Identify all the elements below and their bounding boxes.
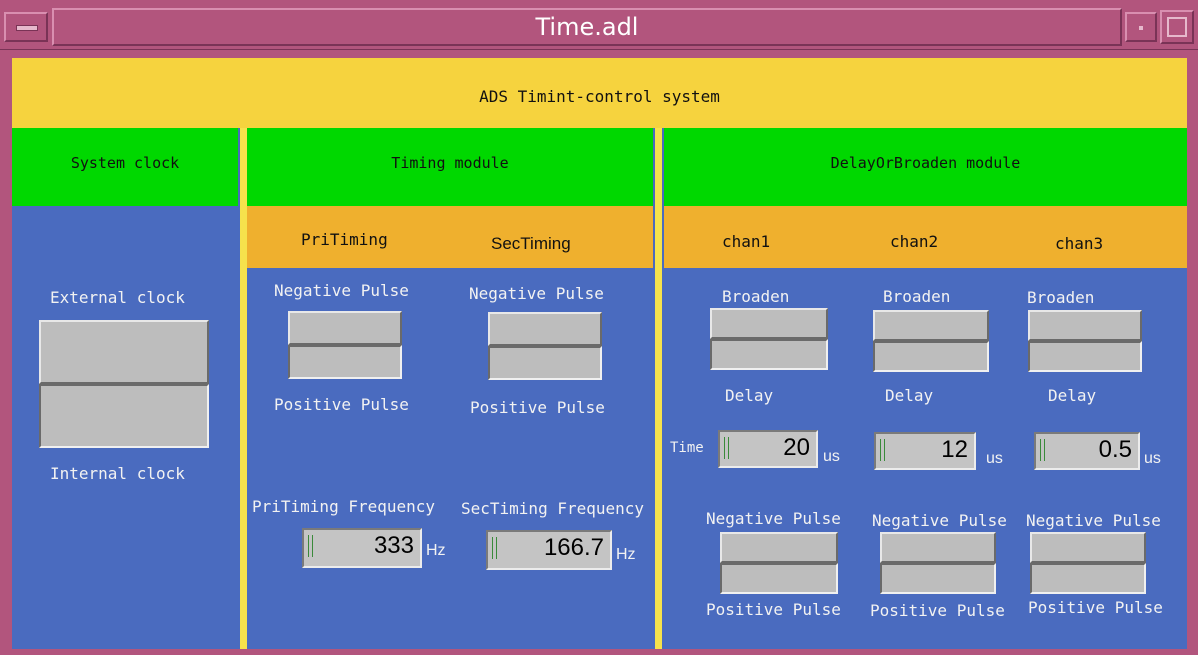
- chan1-pulse-toggle[interactable]: [720, 532, 838, 594]
- sec-negative-pulse-button[interactable]: [488, 312, 602, 346]
- window-title: Time.adl: [52, 8, 1122, 46]
- sec-frequency-value: 166.7: [543, 534, 604, 561]
- chan3-delay-button[interactable]: [1028, 341, 1142, 372]
- tab-chan2: chan2: [890, 232, 939, 251]
- pri-frequency-unit: Hz: [426, 542, 446, 559]
- maximize-icon: [1167, 17, 1187, 37]
- sec-frequency-input[interactable]: 166.7: [486, 530, 612, 570]
- sec-frequency-label: SecTiming Frequency: [461, 499, 645, 518]
- sec-pulse-toggle[interactable]: [488, 312, 602, 380]
- pri-pulse-toggle[interactable]: [288, 311, 402, 379]
- chan3-broaden-label: Broaden: [1027, 288, 1095, 307]
- chan3-positive-pulse-label: Positive Pulse: [1028, 598, 1163, 617]
- maximize-button[interactable]: [1160, 10, 1194, 44]
- text-cursor-icon: [1040, 439, 1045, 461]
- chan1-time-unit: us: [823, 448, 840, 465]
- chan3-negative-pulse-button[interactable]: [1030, 532, 1146, 563]
- chan1-positive-pulse-button[interactable]: [720, 563, 838, 594]
- internal-clock-button[interactable]: [39, 384, 209, 448]
- chan3-time-unit: us: [1144, 450, 1161, 467]
- chan2-delay-label: Delay: [885, 386, 934, 405]
- chan3-broaden-delay-toggle[interactable]: [1028, 310, 1142, 372]
- pri-positive-pulse-button[interactable]: [288, 345, 402, 379]
- external-clock-button[interactable]: [39, 320, 209, 384]
- tab-sectiming: SecTiming: [491, 234, 571, 253]
- tab-chan1: chan1: [722, 232, 771, 251]
- text-cursor-icon: [308, 535, 313, 557]
- tab-chan3: chan3: [1055, 234, 1104, 253]
- chan1-broaden-label: Broaden: [722, 287, 790, 306]
- time-label: Time: [670, 440, 704, 456]
- chan3-positive-pulse-button[interactable]: [1030, 563, 1146, 594]
- menu-bar-icon: [16, 25, 38, 31]
- chan2-positive-pulse-button[interactable]: [880, 563, 996, 594]
- main-panel: ADS Timint-control system System clock T…: [12, 58, 1187, 649]
- channel-tabs-bar: chan1 chan2 chan3: [664, 206, 1187, 268]
- chan1-broaden-delay-toggle[interactable]: [710, 308, 828, 370]
- chan1-positive-pulse-label: Positive Pulse: [706, 600, 841, 619]
- chan1-time-input[interactable]: 20: [718, 430, 818, 468]
- minimize-icon: [1139, 26, 1143, 30]
- chan1-broaden-button[interactable]: [710, 308, 828, 339]
- window-right-border[interactable]: [1187, 50, 1198, 655]
- divider-left: [240, 128, 247, 649]
- sec-frequency-unit: Hz: [616, 546, 636, 563]
- chan2-broaden-delay-toggle[interactable]: [873, 310, 989, 372]
- chan2-negative-pulse-button[interactable]: [880, 532, 996, 563]
- chan2-broaden-button[interactable]: [873, 310, 989, 341]
- text-cursor-icon: [492, 537, 497, 559]
- sec-positive-pulse-button[interactable]: [488, 346, 602, 380]
- window-menu-button[interactable]: [4, 12, 48, 42]
- divider-right: [655, 128, 662, 649]
- external-clock-label: External clock: [50, 288, 185, 307]
- text-cursor-icon: [880, 439, 885, 461]
- chan1-negative-pulse-label: Negative Pulse: [706, 509, 841, 528]
- chan2-negative-pulse-label: Negative Pulse: [872, 511, 1007, 530]
- pri-positive-pulse-label: Positive Pulse: [274, 395, 409, 414]
- chan2-broaden-label: Broaden: [883, 287, 951, 306]
- internal-clock-label: Internal clock: [50, 464, 185, 483]
- chan1-negative-pulse-button[interactable]: [720, 532, 838, 563]
- minimize-button[interactable]: [1125, 12, 1157, 42]
- pri-frequency-input[interactable]: 333: [302, 528, 422, 568]
- clock-source-toggle[interactable]: [39, 320, 209, 448]
- pri-frequency-label: PriTiming Frequency: [252, 497, 436, 516]
- text-cursor-icon: [724, 437, 729, 459]
- pri-negative-pulse-label: Negative Pulse: [274, 281, 409, 300]
- window-bottom-border[interactable]: [0, 649, 1198, 655]
- chan2-time-value: 12: [941, 436, 968, 463]
- chan1-time-value: 20: [783, 434, 810, 461]
- timing-module-heading: Timing module: [247, 128, 653, 206]
- chan3-broaden-button[interactable]: [1028, 310, 1142, 341]
- chan3-pulse-toggle[interactable]: [1030, 532, 1146, 594]
- title-bar[interactable]: Time.adl: [0, 0, 1198, 50]
- delay-module-heading: DelayOrBroaden module: [664, 128, 1187, 206]
- chan3-time-value: 0.5: [1098, 436, 1132, 463]
- sec-positive-pulse-label: Positive Pulse: [470, 398, 605, 417]
- chan1-delay-label: Delay: [725, 386, 774, 405]
- chan3-time-input[interactable]: 0.5: [1034, 432, 1140, 470]
- timing-tabs-bar: PriTiming SecTiming: [247, 206, 653, 268]
- chan1-delay-button[interactable]: [710, 339, 828, 370]
- pri-frequency-value: 333: [373, 532, 414, 559]
- chan2-pulse-toggle[interactable]: [880, 532, 996, 594]
- chan2-delay-button[interactable]: [873, 341, 989, 372]
- chan2-time-unit: us: [986, 450, 1003, 467]
- system-clock-heading: System clock: [12, 128, 238, 206]
- sec-negative-pulse-label: Negative Pulse: [469, 284, 604, 303]
- tab-pritiming: PriTiming: [301, 230, 388, 249]
- pri-negative-pulse-button[interactable]: [288, 311, 402, 345]
- window-left-border[interactable]: [0, 50, 12, 655]
- panel-header: ADS Timint-control system: [12, 58, 1187, 128]
- chan3-delay-label: Delay: [1048, 386, 1097, 405]
- chan2-time-input[interactable]: 12: [874, 432, 976, 470]
- chan2-positive-pulse-label: Positive Pulse: [870, 601, 1005, 620]
- chan3-negative-pulse-label: Negative Pulse: [1026, 511, 1161, 530]
